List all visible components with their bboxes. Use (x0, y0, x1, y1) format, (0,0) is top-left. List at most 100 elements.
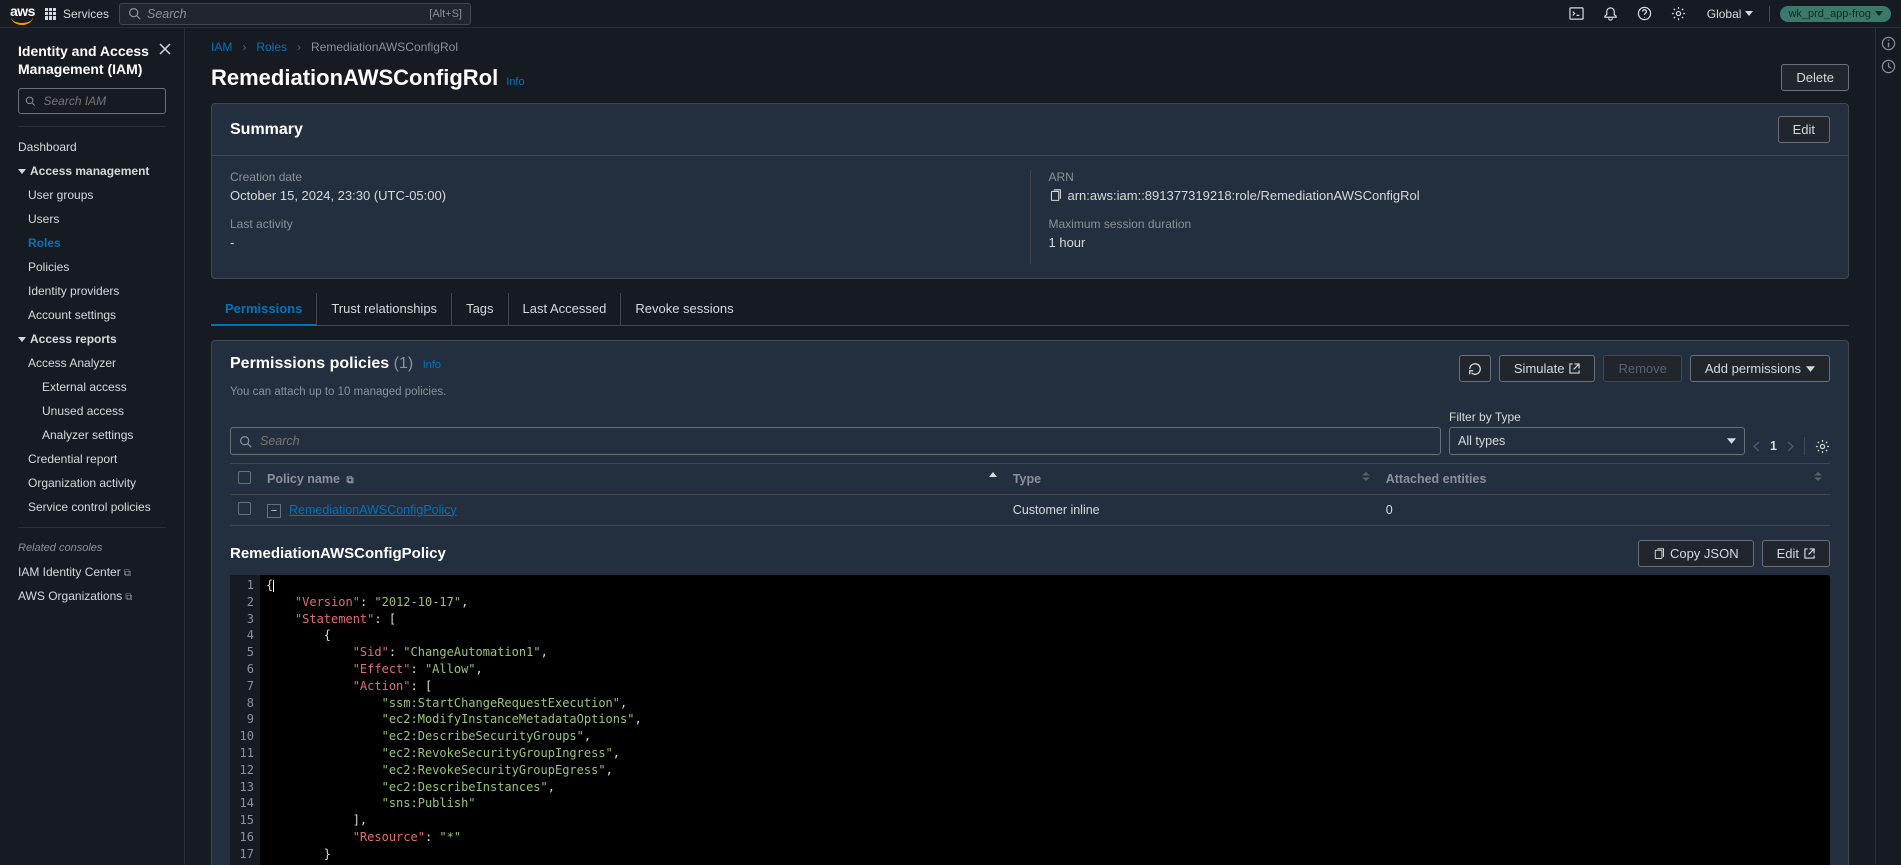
region-selector[interactable]: Global (1701, 7, 1760, 21)
sidebar-item-identity-center[interactable]: IAM Identity Center⧉ (8, 560, 176, 584)
sidebar-item-analyzer-settings[interactable]: Analyzer settings (8, 423, 176, 447)
caret-down-icon (18, 337, 26, 342)
add-permissions-button[interactable]: Add permissions (1690, 355, 1830, 382)
help-icon[interactable] (1633, 4, 1657, 24)
arn-label: ARN (1049, 170, 1831, 184)
sidebar-item-service-control-policies[interactable]: Service control policies (8, 495, 176, 519)
top-nav: aws Services Search [Alt+S] Global wk_pr… (0, 0, 1901, 28)
global-search[interactable]: Search [Alt+S] (119, 3, 471, 25)
main-content: IAM › Roles › RemediationAWSConfigRol Re… (185, 28, 1875, 865)
delete-button[interactable]: Delete (1781, 64, 1849, 91)
external-link-icon: ⧉ (125, 592, 132, 603)
search-kbd-hint: [Alt+S] (429, 8, 462, 20)
select-all-checkbox[interactable] (238, 471, 251, 484)
sidebar-item-dashboard[interactable]: Dashboard (8, 135, 176, 159)
last-activity-value: - (230, 235, 1012, 250)
sidebar-search-input[interactable] (41, 93, 159, 109)
policies-table: Policy name ⧉ Type Attached entities −Re… (230, 463, 1830, 526)
edit-policy-button[interactable]: Edit (1762, 540, 1830, 567)
filter-type-select[interactable]: All types (1449, 427, 1745, 455)
filter-type-value: All types (1458, 434, 1505, 448)
sidebar-item-identity-providers[interactable]: Identity providers (8, 279, 176, 303)
sidebar-item-organization-activity[interactable]: Organization activity (8, 471, 176, 495)
cloudshell-icon[interactable] (1565, 4, 1589, 24)
role-tabs: Permissions Trust relationships Tags Las… (211, 293, 1849, 326)
sidebar-item-external-access[interactable]: External access (8, 375, 176, 399)
services-menu[interactable]: Services (45, 7, 109, 21)
external-link-icon: ⧉ (346, 475, 353, 486)
permissions-policies-panel: Permissions policies (1) Info Simulate R… (211, 340, 1849, 865)
sidebar-item-users[interactable]: Users (8, 207, 176, 231)
user-menu[interactable]: wk_prd_app-frog (1780, 6, 1891, 22)
close-icon (158, 42, 172, 56)
info-panel-toggle[interactable] (1881, 36, 1896, 51)
tab-last-accessed[interactable]: Last Accessed (509, 293, 622, 325)
policy-name-link[interactable]: RemediationAWSConfigPolicy (289, 503, 457, 517)
col-attached-entities[interactable]: Attached entities (1378, 464, 1830, 495)
copy-json-button[interactable]: Copy JSON (1638, 540, 1754, 567)
sidebar-item-user-groups[interactable]: User groups (8, 183, 176, 207)
row-checkbox[interactable] (238, 502, 251, 515)
sidebar-section-access-reports[interactable]: Access reports (8, 327, 176, 351)
sort-icon (1362, 472, 1370, 481)
policy-search[interactable] (230, 427, 1441, 455)
search-placeholder: Search (147, 7, 187, 21)
history-panel-toggle[interactable] (1881, 59, 1896, 74)
tab-trust-relationships[interactable]: Trust relationships (317, 293, 452, 325)
sidebar-item-account-settings[interactable]: Account settings (8, 303, 176, 327)
breadcrumb-iam[interactable]: IAM (211, 40, 232, 54)
sidebar-item-credential-report[interactable]: Credential report (8, 447, 176, 471)
table-settings-button[interactable] (1815, 439, 1830, 454)
settings-icon[interactable] (1667, 4, 1691, 24)
policy-search-input[interactable] (258, 433, 1432, 449)
sidebar-item-access-analyzer[interactable]: Access Analyzer (8, 351, 176, 375)
user-label: wk_prd_app-frog (1788, 8, 1871, 20)
sidebar-search[interactable] (18, 88, 166, 114)
sidebar-title: Identity and Access Management (IAM) (18, 42, 158, 78)
info-link[interactable]: Info (423, 359, 441, 371)
sort-asc-icon (989, 472, 997, 477)
refresh-icon (1468, 362, 1482, 376)
breadcrumb-roles[interactable]: Roles (256, 40, 287, 54)
col-type[interactable]: Type (1005, 464, 1378, 495)
row-expander[interactable]: − (267, 504, 281, 518)
breadcrumb-current: RemediationAWSConfigRol (311, 40, 458, 54)
sidebar-item-roles[interactable]: Roles (8, 231, 176, 255)
search-icon (239, 435, 252, 448)
clock-icon (1881, 59, 1896, 74)
edit-summary-button[interactable]: Edit (1778, 116, 1830, 143)
sidebar-item-unused-access[interactable]: Unused access (8, 399, 176, 423)
policy-json-code[interactable]: { "Version": "2012-10-17", "Statement": … (260, 575, 648, 865)
sidebar-section-access-management[interactable]: Access management (8, 159, 176, 183)
gear-icon (1815, 439, 1830, 454)
caret-down-icon (1806, 366, 1815, 372)
tab-tags[interactable]: Tags (452, 293, 508, 325)
copy-icon[interactable] (1049, 189, 1062, 202)
session-duration-label: Maximum session duration (1049, 217, 1831, 231)
remove-button: Remove (1603, 355, 1681, 382)
sidebar-item-policies[interactable]: Policies (8, 255, 176, 279)
notifications-icon[interactable] (1599, 4, 1623, 24)
pagination: 1 (1753, 437, 1830, 455)
last-activity-label: Last activity (230, 217, 1012, 231)
policies-title: Permissions policies (1) (230, 355, 413, 372)
caret-down-icon (1875, 11, 1883, 16)
line-numbers: 12345678910111213141516171819 (230, 575, 260, 865)
breadcrumb: IAM › Roles › RemediationAWSConfigRol (211, 40, 1849, 54)
filter-type-label: Filter by Type (1449, 410, 1745, 424)
copy-icon (1653, 548, 1665, 560)
policy-attached: 0 (1378, 495, 1830, 526)
aws-logo[interactable]: aws (10, 3, 35, 25)
info-link[interactable]: Info (506, 76, 524, 88)
sidebar-section-label: Access reports (30, 332, 117, 346)
external-link-icon (1569, 363, 1580, 374)
creation-date-label: Creation date (230, 170, 1012, 184)
col-policy-name[interactable]: Policy name ⧉ (259, 464, 1005, 495)
simulate-button[interactable]: Simulate (1499, 355, 1596, 382)
refresh-button[interactable] (1459, 355, 1491, 382)
sidebar-close-button[interactable] (158, 42, 172, 56)
sidebar-item-aws-organizations[interactable]: AWS Organizations⧉ (8, 584, 176, 608)
policies-subtitle: You can attach up to 10 managed policies… (230, 386, 1830, 398)
tab-permissions[interactable]: Permissions (211, 293, 317, 326)
tab-revoke-sessions[interactable]: Revoke sessions (621, 293, 747, 325)
